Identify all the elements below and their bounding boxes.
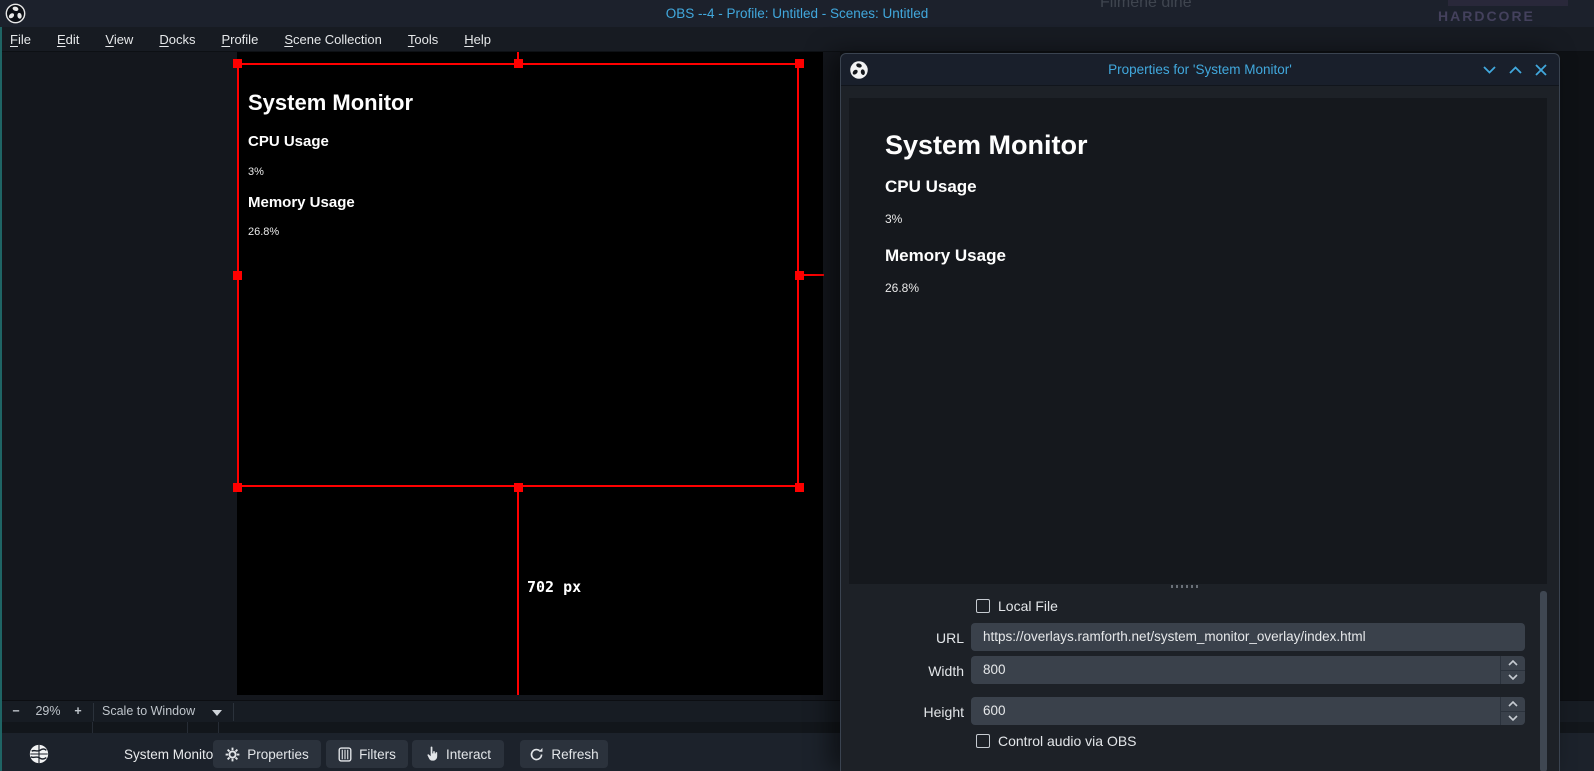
dock-chevron-up-icon[interactable] — [1507, 62, 1523, 78]
control-audio-label: Control audio via OBS — [998, 733, 1137, 749]
menu-tools[interactable]: Tools — [408, 32, 438, 47]
obs-window: Filmene dine HARDCORE OBS --4 - Profile:… — [0, 0, 1594, 771]
preview-overlay-mem-label: Memory Usage — [885, 246, 1006, 266]
preview-overlay-cpu-value: 3% — [885, 212, 902, 226]
resize-handle-mid-left[interactable] — [233, 271, 242, 280]
statusbar-separator — [93, 703, 94, 721]
filter-icon — [338, 747, 352, 762]
height-value: 600 — [983, 703, 1006, 718]
selected-source-row[interactable]: System Monitor — [28, 740, 50, 768]
zoom-level: 29% — [28, 701, 68, 723]
menu-profile[interactable]: Profile — [221, 32, 258, 47]
menu-docks[interactable]: Docks — [159, 32, 195, 47]
width-input[interactable]: 800 — [971, 656, 1525, 684]
properties-panel: Properties for 'System Monitor' System M… — [840, 53, 1560, 771]
resize-handle-mid-right[interactable] — [795, 271, 804, 280]
url-label: URL — [869, 630, 964, 646]
menu-help[interactable]: Help — [464, 32, 491, 47]
selected-source-name: System Monitor — [124, 747, 218, 762]
menu-scene-collection[interactable]: Scene Collection — [284, 32, 382, 47]
properties-button[interactable]: Properties — [213, 740, 321, 768]
width-value: 800 — [983, 662, 1006, 677]
height-label: Height — [869, 704, 964, 720]
control-audio-checkbox[interactable] — [976, 734, 990, 748]
gear-icon — [225, 747, 240, 762]
browser-source-preview: System Monitor CPU Usage 3% Memory Usage… — [849, 98, 1547, 584]
window-title: OBS --4 - Profile: Untitled - Scenes: Un… — [0, 0, 1594, 27]
resize-handle-top-left[interactable] — [233, 59, 242, 68]
menu-edit[interactable]: Edit — [57, 32, 79, 47]
zoom-in-button[interactable]: + — [70, 701, 86, 723]
menu-file[interactable]: File — [10, 32, 31, 47]
menu-bar: File Edit View Docks Profile Scene Colle… — [0, 27, 1594, 52]
preview-overlay-cpu-label: CPU Usage — [885, 177, 977, 197]
properties-button-label: Properties — [247, 747, 309, 762]
width-spinner — [1500, 656, 1525, 684]
height-spinner — [1500, 697, 1525, 725]
statusbar-separator — [233, 703, 234, 721]
hand-pointer-icon — [425, 746, 439, 762]
refresh-button[interactable]: Refresh — [520, 740, 608, 768]
sources-column-separator — [218, 722, 219, 733]
interact-button-label: Interact — [446, 747, 491, 762]
preview-overlay-mem-value: 26.8% — [885, 281, 919, 295]
sources-column-separator — [187, 722, 188, 733]
width-spin-down-icon[interactable] — [1501, 670, 1525, 685]
zoom-out-button[interactable]: − — [8, 701, 24, 723]
properties-panel-title: Properties for 'System Monitor' — [841, 54, 1559, 86]
window-edge-accent — [0, 27, 2, 771]
scale-mode-caret-icon[interactable] — [212, 710, 222, 716]
preview-overlay-title: System Monitor — [885, 130, 1088, 161]
guide-line-bottom — [517, 487, 519, 695]
close-icon[interactable] — [1533, 62, 1549, 78]
height-spin-up-icon[interactable] — [1501, 697, 1525, 711]
browser-source-icon — [28, 743, 50, 765]
filters-button-label: Filters — [359, 747, 396, 762]
preview-resize-handle[interactable] — [1171, 585, 1201, 588]
refresh-icon — [529, 747, 544, 762]
local-file-checkbox[interactable] — [976, 599, 990, 613]
height-spin-down-icon[interactable] — [1501, 711, 1525, 726]
local-file-label: Local File — [998, 598, 1058, 614]
properties-panel-header[interactable]: Properties for 'System Monitor' — [841, 54, 1559, 86]
title-bar[interactable]: Filmene dine HARDCORE OBS --4 - Profile:… — [0, 0, 1594, 27]
refresh-button-label: Refresh — [551, 747, 598, 762]
resize-handle-bottom-right[interactable] — [795, 483, 804, 492]
resize-handle-top-right[interactable] — [795, 59, 804, 68]
measure-label: 702 px — [527, 578, 581, 596]
resize-handle-top-center[interactable] — [514, 59, 523, 68]
width-label: Width — [869, 663, 964, 679]
properties-scrollbar[interactable] — [1540, 591, 1547, 771]
dock-chevron-down-icon[interactable] — [1481, 62, 1497, 78]
scale-mode-select[interactable]: Scale to Window — [102, 701, 195, 723]
source-selection-box[interactable] — [237, 63, 799, 487]
resize-handle-bottom-left[interactable] — [233, 483, 242, 492]
menu-view[interactable]: View — [105, 32, 133, 47]
height-input[interactable]: 600 — [971, 697, 1525, 725]
resize-handle-bottom-center[interactable] — [514, 483, 523, 492]
url-input[interactable]: https://overlays.ramforth.net/system_mon… — [971, 623, 1525, 651]
width-spin-up-icon[interactable] — [1501, 656, 1525, 670]
sources-column-separator — [92, 722, 93, 733]
filters-button[interactable]: Filters — [326, 740, 408, 768]
interact-button[interactable]: Interact — [412, 740, 504, 768]
